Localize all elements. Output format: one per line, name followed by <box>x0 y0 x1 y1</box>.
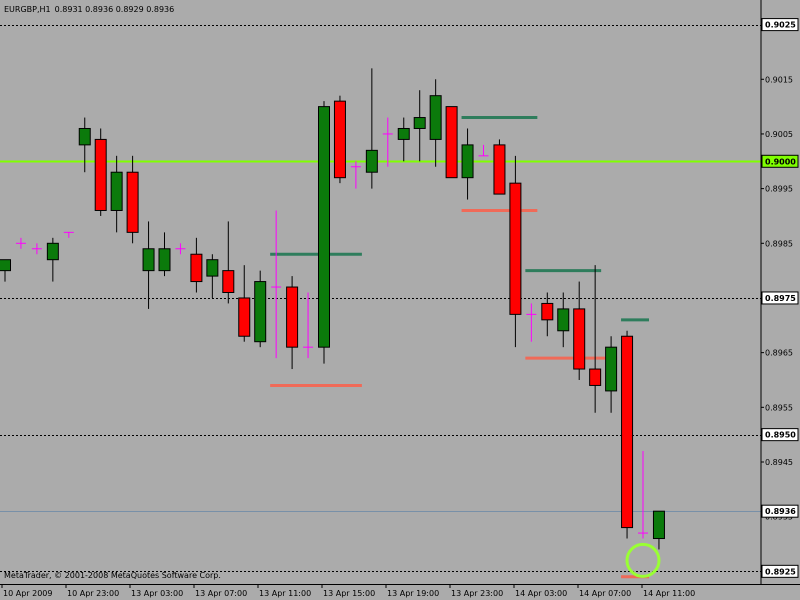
price-tick-2: 0.9005 <box>765 130 793 139</box>
price-tick-9: 0.8945 <box>765 458 793 467</box>
candle-body <box>573 308 586 370</box>
candle-body <box>142 248 155 272</box>
candle-body <box>110 171 123 211</box>
level-label-0: 0.9025 <box>765 21 796 30</box>
time-tick-6: 13 Apr 19:00 <box>387 589 439 598</box>
candle-body <box>94 138 107 211</box>
candle-body <box>605 346 618 392</box>
candle-body <box>286 286 299 348</box>
candle-body <box>461 144 474 179</box>
level-label-1: 0.8975 <box>765 294 796 303</box>
price-chart[interactable]: 0.9025 0.9015 0.9005 0.8995 0.8985 0.8975 0.89… <box>0 0 800 600</box>
level-label-3: 0.8925 <box>765 567 796 576</box>
candle-body <box>589 368 602 386</box>
bid-label: 0.9000 <box>765 157 796 166</box>
time-tick-10: 14 Apr 11:00 <box>643 589 695 598</box>
ask-label: 0.8936 <box>765 507 796 516</box>
candle-body <box>652 510 665 540</box>
candle-body <box>397 127 410 140</box>
candle-body <box>318 106 330 348</box>
price-tick-1: 0.9015 <box>765 75 793 84</box>
time-tick-2: 13 Apr 03:00 <box>131 589 183 598</box>
ohlc-readout: 0.8931 0.8936 0.8929 0.8936 <box>55 5 175 14</box>
copyright-text: MetaTrader, © 2001-2008 MetaQuotes Softw… <box>4 571 221 580</box>
level-label-2: 0.8950 <box>765 431 796 440</box>
candle-body <box>445 106 458 179</box>
time-tick-1: 10 Apr 23:00 <box>67 589 119 598</box>
candle-body <box>238 297 251 337</box>
candle-body <box>126 171 139 233</box>
candle-body <box>46 242 59 261</box>
symbol-title: EURGBP,H1 0.8931 0.8936 0.8929 0.8936 <box>4 5 174 14</box>
candle-body <box>158 248 171 272</box>
time-tick-7: 13 Apr 23:00 <box>451 589 503 598</box>
candle-21[interactable] <box>333 95 346 184</box>
chart-background <box>0 0 800 600</box>
time-tick-0: 10 Apr 2009 <box>3 589 52 598</box>
candle-16[interactable] <box>254 270 267 348</box>
candle-body <box>0 259 11 272</box>
candle-body <box>557 308 570 332</box>
candle-39[interactable] <box>621 330 634 539</box>
candle-body <box>493 144 506 195</box>
candle-28[interactable] <box>445 106 458 179</box>
time-tick-4: 13 Apr 11:00 <box>259 589 311 598</box>
price-tick-4: 0.8985 <box>765 239 793 248</box>
candle-body <box>222 270 235 293</box>
price-tick-3: 0.8995 <box>765 185 793 194</box>
candle-body <box>254 281 267 343</box>
candle-body <box>190 253 203 283</box>
candle-31[interactable] <box>493 139 506 195</box>
candle-body <box>429 95 442 140</box>
candle-body <box>206 259 219 277</box>
price-tick-6: 0.8965 <box>765 349 793 358</box>
time-tick-9: 14 Apr 07:00 <box>579 589 631 598</box>
candle-body <box>365 149 378 173</box>
time-tick-8: 14 Apr 03:00 <box>515 589 567 598</box>
time-tick-3: 13 Apr 07:00 <box>195 589 247 598</box>
candle-body <box>78 127 91 146</box>
candle-6[interactable] <box>94 128 107 216</box>
candle-body <box>509 182 522 315</box>
time-tick-5: 13 Apr 15:00 <box>323 589 375 598</box>
candle-20[interactable] <box>318 101 330 364</box>
price-tick-7: 0.8955 <box>765 403 793 412</box>
candle-body <box>413 117 426 129</box>
candle-body <box>333 100 346 179</box>
symbol-label: EURGBP,H1 <box>4 5 51 14</box>
chart-window[interactable]: 0.9025 0.9015 0.9005 0.8995 0.8985 0.8975 0.89… <box>0 0 800 600</box>
candle-body <box>621 335 634 529</box>
candle-body <box>541 302 554 321</box>
